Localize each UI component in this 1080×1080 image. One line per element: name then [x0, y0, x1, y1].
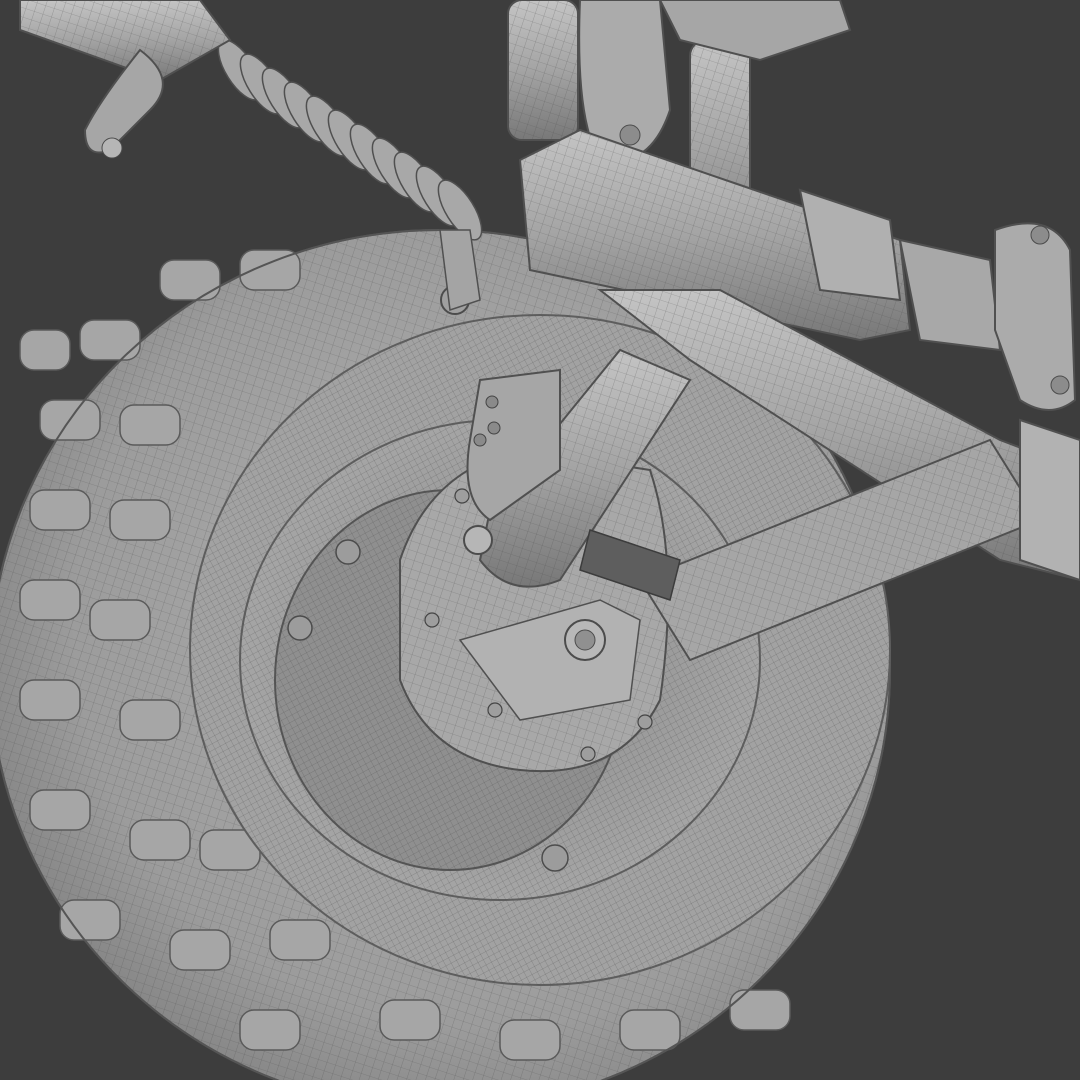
- 3d-viewport[interactable]: [0, 0, 1080, 1080]
- wireframe-render: [0, 0, 1080, 1080]
- upper-left-linkage: [19, 0, 232, 159]
- coil-spring: [217, 39, 483, 241]
